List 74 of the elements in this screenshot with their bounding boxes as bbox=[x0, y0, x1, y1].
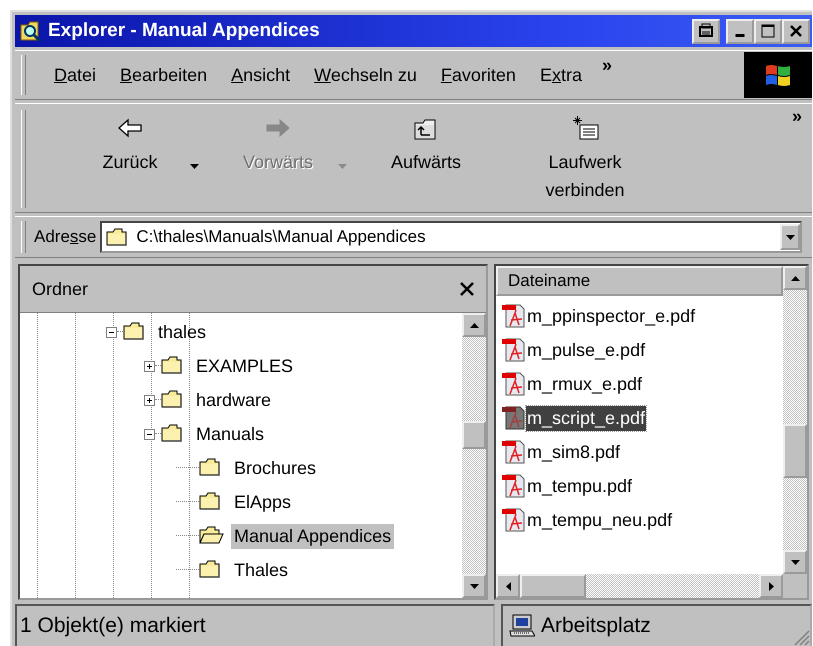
file-item[interactable]: m_rmux_e.pdf bbox=[526, 372, 644, 396]
address-field[interactable]: C:\thales\Manuals\Manual Appendices bbox=[100, 221, 802, 253]
pdf-file-icon bbox=[502, 371, 526, 397]
window-title: Explorer - Manual Appendices bbox=[48, 20, 321, 42]
right-arrow-icon bbox=[768, 582, 774, 590]
status-zone: Arbeitsplatz bbox=[541, 614, 652, 638]
scroll-thumb[interactable] bbox=[520, 574, 586, 598]
more-tools-button[interactable]: » bbox=[792, 106, 802, 127]
menu-item[interactable]: Extra bbox=[540, 64, 582, 86]
menu-item[interactable]: Datei bbox=[54, 64, 96, 86]
tree-item[interactable]: Thales bbox=[231, 558, 292, 582]
file-item[interactable]: m_tempu.pdf bbox=[526, 474, 634, 498]
scroll-right-button[interactable] bbox=[759, 574, 783, 598]
tree-item[interactable]: thales bbox=[155, 320, 210, 344]
caret-icon bbox=[190, 164, 198, 169]
menu-item[interactable]: Bearbeiten bbox=[120, 64, 208, 86]
scroll-down-button[interactable] bbox=[462, 574, 486, 598]
tree-item[interactable]: Manuals bbox=[193, 422, 268, 446]
collapse-icon[interactable] bbox=[144, 428, 155, 440]
status-message: 1 Objekt(e) markiert bbox=[15, 604, 495, 646]
collapse-icon[interactable] bbox=[106, 326, 117, 338]
caret-icon bbox=[786, 234, 794, 240]
tree-item[interactable]: Manual Appendices bbox=[231, 524, 394, 548]
pdf-file-icon bbox=[502, 337, 526, 363]
menu-item[interactable]: Favoriten bbox=[440, 64, 516, 86]
maximize-button[interactable] bbox=[754, 18, 782, 44]
folder-magnifier-icon bbox=[20, 20, 42, 42]
pdf-file-icon bbox=[502, 439, 526, 465]
up-arrow-icon bbox=[470, 322, 478, 328]
caret-icon bbox=[338, 164, 346, 169]
close-icon[interactable] bbox=[460, 282, 474, 296]
down-arrow-icon bbox=[790, 560, 800, 564]
expand-icon[interactable] bbox=[144, 394, 155, 406]
print-button[interactable] bbox=[692, 18, 720, 44]
scroll-left-button[interactable] bbox=[496, 574, 520, 598]
minimize-icon bbox=[735, 34, 745, 37]
file-item[interactable]: m_tempu_neu.pdf bbox=[526, 508, 674, 532]
dropdown-button[interactable] bbox=[780, 224, 800, 250]
column-header[interactable]: Dateiname bbox=[496, 266, 783, 296]
windows-logo bbox=[744, 52, 812, 98]
expand-icon[interactable] bbox=[144, 360, 155, 372]
scroll-thumb[interactable] bbox=[783, 424, 807, 478]
scroll-up-button[interactable] bbox=[462, 313, 486, 337]
pane-title: Ordner bbox=[32, 278, 88, 300]
pdf-file-icon bbox=[502, 405, 526, 431]
up-arrow-icon bbox=[790, 276, 800, 280]
scroll-down-button[interactable] bbox=[783, 550, 807, 574]
tree-item[interactable]: EXAMPLES bbox=[193, 354, 296, 378]
sparkle-document-icon bbox=[571, 116, 599, 142]
scroll-thumb[interactable] bbox=[462, 421, 486, 449]
toolbar-button[interactable]: Aufwärts bbox=[372, 104, 480, 176]
close-button[interactable] bbox=[782, 18, 810, 44]
left-arrow-icon bbox=[506, 582, 510, 590]
address-label: Adresse bbox=[34, 227, 96, 247]
more-menu-button[interactable]: » bbox=[602, 55, 612, 76]
menu-item[interactable]: Ansicht bbox=[231, 64, 290, 86]
resize-grip-icon bbox=[792, 628, 810, 646]
file-item[interactable]: m_sim8.pdf bbox=[526, 440, 622, 464]
file-item[interactable]: m_ppinspector_e.pdf bbox=[526, 304, 696, 328]
file-item[interactable]: m_pulse_e.pdf bbox=[526, 338, 646, 362]
pdf-file-icon bbox=[502, 473, 526, 499]
computer-icon bbox=[509, 614, 535, 638]
pdf-file-icon bbox=[502, 507, 526, 533]
tree-item[interactable]: hardware bbox=[193, 388, 274, 412]
tree-item[interactable]: Brochures bbox=[231, 456, 320, 480]
menu-item[interactable]: Wechseln zu bbox=[314, 64, 417, 86]
minimize-button[interactable] bbox=[726, 18, 754, 44]
tree-item[interactable]: ElApps bbox=[231, 490, 294, 514]
toolbar-button[interactable]: Zurück bbox=[76, 104, 184, 176]
file-item[interactable]: m_script_e.pdf bbox=[526, 406, 646, 430]
scroll-up-button[interactable] bbox=[783, 266, 807, 290]
down-arrow-icon bbox=[470, 584, 478, 588]
toolbar-button[interactable]: Laufwerk verbinden bbox=[510, 104, 660, 204]
pdf-file-icon bbox=[502, 303, 526, 329]
